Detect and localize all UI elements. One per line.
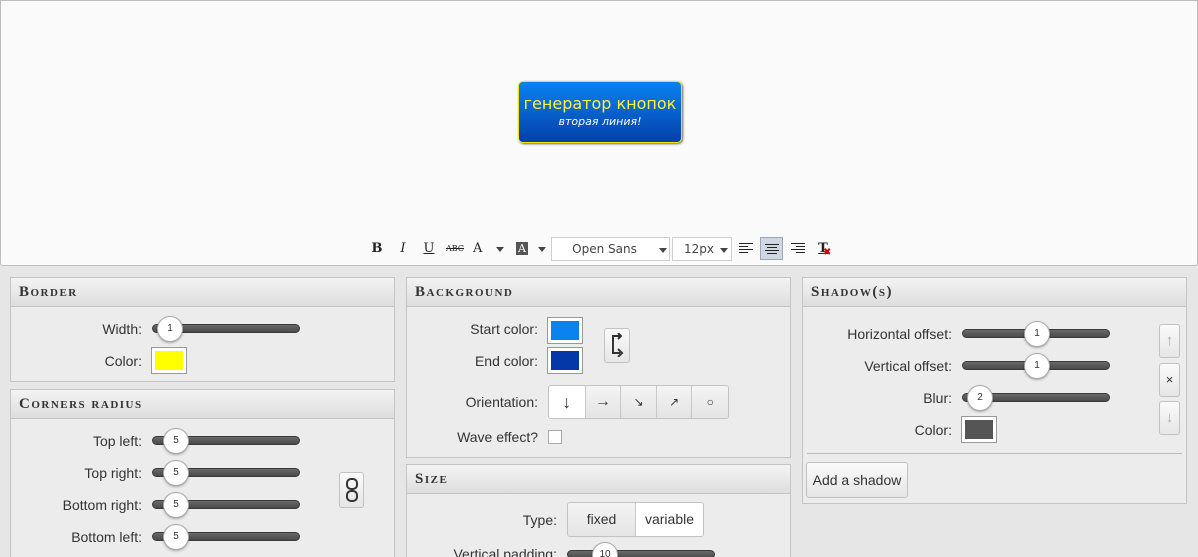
text-color-glyph: A — [473, 241, 483, 256]
move-shadow-up-button[interactable]: ↑ — [1159, 324, 1180, 358]
generated-button-preview[interactable]: генератор кнопок вторая линия! — [518, 81, 682, 143]
corner-top-right-handle[interactable]: 5 — [163, 460, 189, 486]
shadow-color-label: Color: — [914, 422, 952, 438]
background-color-icon[interactable]: A — [516, 237, 548, 260]
corner-bottom-left-handle[interactable]: 5 — [163, 524, 189, 550]
divider — [807, 453, 1182, 454]
end-color-label: End color: — [474, 353, 538, 369]
vertical-padding-label: Vertical padding: — [453, 546, 557, 557]
blur-slider[interactable]: 2 — [962, 385, 1110, 411]
orientation-right[interactable]: → — [584, 386, 621, 418]
link-corners-button[interactable] — [339, 472, 364, 508]
bold-icon[interactable]: B — [367, 237, 387, 260]
blur-handle[interactable]: 2 — [967, 385, 993, 411]
background-panel: Background Start color: End color: Orien… — [406, 277, 791, 458]
horizontal-offset-label: Horizontal offset: — [847, 326, 952, 342]
orientation-down[interactable]: ↓ — [549, 386, 585, 418]
align-left-icon[interactable] — [734, 237, 756, 260]
text-color-icon[interactable]: A — [473, 237, 504, 260]
corner-top-left-handle[interactable]: 5 — [163, 428, 189, 454]
shadows-panel-title: Shadow(s) — [803, 278, 1186, 307]
orientation-selector[interactable]: ↓ → ↘ ↗ ○ — [548, 385, 729, 419]
strikethrough-icon[interactable]: ABC — [443, 237, 467, 260]
size-panel-title: Size — [407, 465, 790, 494]
start-color-picker[interactable] — [547, 317, 583, 344]
orientation-diagonal-up[interactable]: ↗ — [655, 386, 692, 418]
vertical-offset-slider[interactable]: 1 — [962, 353, 1110, 379]
border-width-slider[interactable]: 1 — [152, 316, 300, 342]
button-text-line1[interactable]: генератор кнопок — [519, 94, 681, 114]
remove-shadow-button[interactable]: × — [1159, 363, 1180, 397]
shadow-color-swatch — [965, 420, 993, 439]
chevron-down-icon — [538, 247, 546, 252]
swap-colors-button[interactable] — [604, 328, 630, 363]
border-width-label: Width: — [102, 321, 142, 337]
button-preview-area: генератор кнопок вторая линия! B I U ABC… — [0, 0, 1198, 266]
clear-format-icon[interactable]: T ✖ — [812, 237, 834, 260]
corner-bottom-left-label: Bottom left: — [71, 529, 142, 545]
corner-top-left-slider[interactable]: 5 — [152, 428, 300, 454]
wave-effect-checkbox[interactable] — [548, 430, 562, 444]
size-panel: Size Type: fixed variable Vertical paddi… — [406, 464, 791, 557]
end-color-picker[interactable] — [547, 347, 583, 374]
blur-label: Blur: — [923, 390, 952, 406]
corner-bottom-left-slider[interactable]: 5 — [152, 524, 300, 550]
chevron-down-icon — [496, 247, 504, 252]
chevron-down-icon — [659, 248, 667, 253]
chain-link-icon — [345, 478, 358, 502]
corner-bottom-right-label: Bottom right: — [62, 497, 142, 513]
chevron-down-icon — [720, 248, 728, 253]
size-type-variable[interactable]: variable — [635, 503, 703, 536]
vertical-offset-handle[interactable]: 1 — [1024, 353, 1050, 379]
button-text-line2[interactable]: вторая линия! — [519, 114, 681, 130]
italic-icon[interactable]: I — [393, 237, 413, 260]
start-color-swatch — [551, 321, 579, 340]
size-type-fixed[interactable]: fixed — [568, 503, 635, 536]
align-center-icon[interactable] — [760, 237, 783, 260]
border-panel-title: Border — [11, 278, 394, 307]
border-color-label: Color: — [104, 353, 142, 369]
background-panel-title: Background — [407, 278, 790, 307]
corners-panel-title: Corners radius — [11, 390, 394, 419]
border-width-handle[interactable]: 1 — [157, 316, 183, 342]
end-color-swatch — [551, 351, 579, 370]
start-color-label: Start color: — [470, 321, 538, 337]
wave-effect-label: Wave effect? — [457, 429, 538, 445]
orientation-label: Orientation: — [465, 394, 538, 410]
border-color-swatch — [155, 351, 183, 370]
corner-top-left-label: Top left: — [92, 433, 142, 449]
add-shadow-button[interactable]: Add a shadow — [806, 462, 908, 498]
corners-radius-panel: Corners radius Top left: 5 Top right: 5 … — [10, 389, 395, 557]
font-family-value: Open Sans — [572, 242, 637, 256]
corner-bottom-right-slider[interactable]: 5 — [152, 492, 300, 518]
swap-icon — [612, 332, 624, 358]
horizontal-offset-handle[interactable]: 1 — [1024, 321, 1050, 347]
size-type-label: Type: — [522, 512, 557, 528]
font-size-select[interactable]: 12px — [672, 237, 732, 261]
vertical-padding-slider[interactable]: 10 — [567, 542, 715, 557]
corner-top-right-slider[interactable]: 5 — [152, 460, 300, 486]
corner-top-right-label: Top right: — [84, 465, 142, 481]
shadows-panel: Shadow(s) Horizontal offset: 1 Vertical … — [802, 277, 1187, 504]
font-family-select[interactable]: Open Sans — [551, 237, 670, 261]
underline-icon[interactable]: U — [419, 237, 439, 260]
border-color-picker[interactable] — [151, 347, 187, 374]
vertical-offset-label: Vertical offset: — [864, 358, 952, 374]
horizontal-offset-slider[interactable]: 1 — [962, 321, 1110, 347]
move-shadow-down-button[interactable]: ↓ — [1159, 401, 1180, 435]
orientation-diagonal-down[interactable]: ↘ — [620, 386, 656, 418]
highlight-color-glyph: A — [516, 242, 528, 255]
corner-bottom-right-handle[interactable]: 5 — [163, 492, 189, 518]
orientation-radial[interactable]: ○ — [691, 386, 728, 418]
font-size-value: 12px — [684, 242, 714, 256]
border-panel: Border Width: 1 Color: — [10, 277, 395, 382]
size-type-selector[interactable]: fixed variable — [567, 502, 704, 537]
vertical-padding-handle[interactable]: 10 — [592, 542, 618, 557]
align-right-icon[interactable] — [786, 237, 808, 260]
shadow-color-picker[interactable] — [961, 416, 997, 443]
